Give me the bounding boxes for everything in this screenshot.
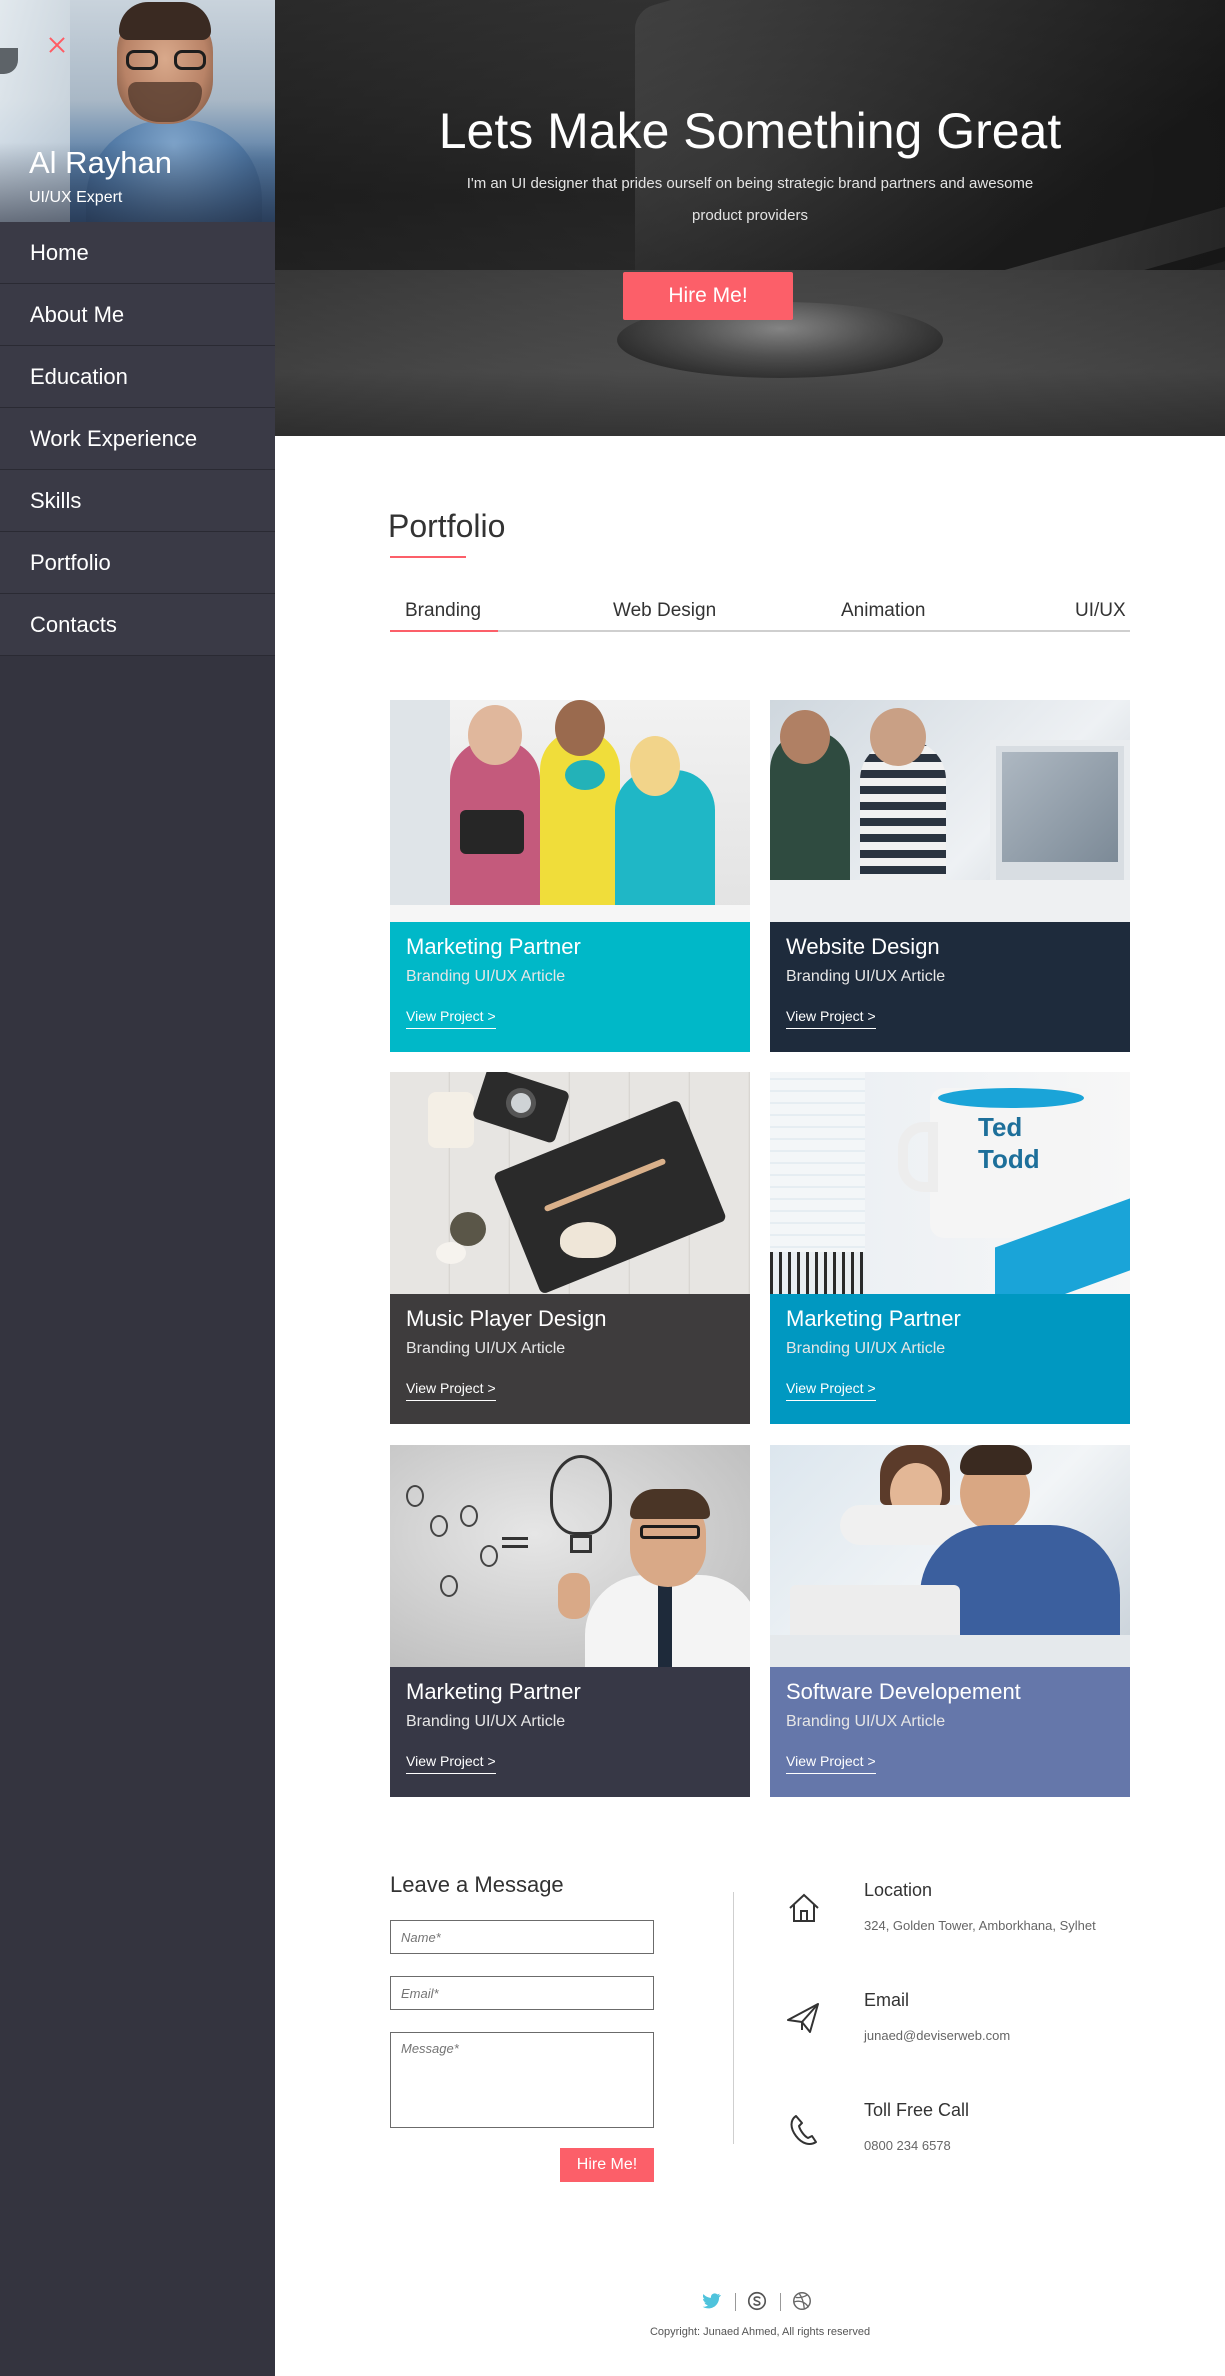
card-subtitle: Branding UI/UX Article — [406, 968, 566, 985]
card-caption: Marketing Partner Branding UI/UX Article… — [390, 1667, 750, 1797]
portfolio-card-marketing-partner[interactable]: Marketing Partner Branding UI/UX Article… — [390, 700, 750, 1052]
view-project-link[interactable]: View Project > — [406, 1753, 496, 1774]
card-subtitle: Branding UI/UX Article — [786, 1713, 946, 1730]
email-label: Email — [864, 1990, 910, 2010]
card-title: Marketing Partner — [406, 934, 581, 959]
submit-message-button[interactable]: Hire Me! — [560, 2148, 654, 2182]
tab-web-design[interactable]: Web Design — [613, 600, 716, 622]
nav-item-contacts[interactable]: Contacts — [0, 594, 275, 656]
phone-label: Toll Free Call — [864, 2100, 970, 2120]
portfolio-card-website-design[interactable]: Website Design Branding UI/UX Article Vi… — [770, 700, 1130, 1052]
nav-item-home[interactable]: Home — [0, 222, 275, 284]
nav-item-education[interactable]: Education — [0, 346, 275, 408]
portfolio-card-marketing-partner-2[interactable]: Ted Todd Marketing Partner Branding UI/U… — [770, 1072, 1130, 1424]
nav-item-about-me[interactable]: About Me — [0, 284, 275, 346]
view-project-link[interactable]: View Project > — [786, 1380, 876, 1401]
card-caption: Software Developement Branding UI/UX Art… — [770, 1667, 1130, 1797]
portfolio-card-music-player-design[interactable]: Music Player Design Branding UI/UX Artic… — [390, 1072, 750, 1424]
location-value: 324, Golden Tower, Amborkhana, Sylhet — [864, 1918, 1096, 1933]
close-icon[interactable] — [46, 34, 68, 56]
sidebar: Al Rayhan UI/UX Expert Home About Me Edu… — [0, 0, 275, 2376]
nav-item-skills[interactable]: Skills — [0, 470, 275, 532]
portfolio-card-marketing-partner-3[interactable]: Marketing Partner Branding UI/UX Article… — [390, 1445, 750, 1797]
card-title: Website Design — [786, 934, 940, 959]
card-subtitle: Branding UI/UX Article — [786, 968, 946, 985]
email-value[interactable]: junaed@deviserweb.com — [864, 2028, 1010, 2043]
copyright-text: Copyright: Junaed Ahmed, All rights rese… — [649, 2326, 871, 2338]
portfolio-tabs: Branding Web Design Animation UI/UX — [390, 594, 1130, 632]
card-image-lightbulb-idea — [390, 1445, 750, 1667]
view-project-link[interactable]: View Project > — [406, 1008, 496, 1029]
card-subtitle: Branding UI/UX Article — [406, 1340, 566, 1357]
view-project-link[interactable]: View Project > — [406, 1380, 496, 1401]
dribbble-icon[interactable] — [791, 2290, 813, 2312]
card-image-couple-laptop — [770, 1445, 1130, 1667]
portfolio-card-software-developement[interactable]: Software Developement Branding UI/UX Art… — [770, 1445, 1130, 1797]
portfolio-title: Portfolio — [388, 508, 506, 544]
profile-header: Al Rayhan UI/UX Expert — [0, 0, 275, 222]
tab-ui-ux[interactable]: UI/UX — [1075, 600, 1126, 622]
phone-icon — [790, 2115, 817, 2145]
profile-name: Al Rayhan — [29, 145, 173, 180]
skype-icon[interactable] — [746, 2290, 768, 2312]
hire-me-button[interactable]: Hire Me! — [623, 272, 793, 320]
tab-animation[interactable]: Animation — [841, 600, 926, 622]
twitter-icon[interactable] — [700, 2290, 722, 2312]
title-underline — [390, 556, 466, 558]
card-caption: Marketing Partner Branding UI/UX Article… — [390, 922, 750, 1052]
card-image-office-desk — [770, 700, 1130, 922]
hero-title: Lets Make Something Great — [438, 103, 1062, 159]
card-caption: Music Player Design Branding UI/UX Artic… — [390, 1294, 750, 1424]
card-image-branded-mug: Ted Todd — [770, 1072, 1130, 1294]
phone-value[interactable]: 0800 234 6578 — [864, 2138, 951, 2153]
card-subtitle: Branding UI/UX Article — [786, 1340, 946, 1357]
sidebar-nav: Home About Me Education Work Experience … — [0, 222, 275, 656]
contact-divider — [733, 1892, 734, 2144]
home-icon — [789, 1893, 819, 1922]
card-caption: Website Design Branding UI/UX Article Vi… — [770, 922, 1130, 1052]
hero-subtitle: I'm an UI designer that prides ourself o… — [466, 175, 1034, 224]
name-input[interactable] — [390, 1920, 654, 1954]
profile-role: UI/UX Expert — [29, 189, 123, 206]
card-title: Software Developement — [786, 1679, 1021, 1704]
card-image-notebook-camera — [390, 1072, 750, 1294]
paper-plane-icon — [787, 2003, 819, 2033]
tab-active-indicator — [390, 630, 498, 632]
card-caption: Marketing Partner Branding UI/UX Article… — [770, 1294, 1130, 1424]
view-project-link[interactable]: View Project > — [786, 1753, 876, 1774]
card-title: Music Player Design — [406, 1306, 607, 1331]
view-project-link[interactable]: View Project > — [786, 1008, 876, 1029]
hero-banner: Lets Make Something Great I'm an UI desi… — [275, 0, 1225, 436]
card-subtitle: Branding UI/UX Article — [406, 1713, 566, 1730]
card-title: Marketing Partner — [406, 1679, 581, 1704]
nav-item-portfolio[interactable]: Portfolio — [0, 532, 275, 594]
card-image-team-photo — [390, 700, 750, 922]
message-textarea[interactable] — [390, 2032, 654, 2128]
nav-item-work-experience[interactable]: Work Experience — [0, 408, 275, 470]
email-input[interactable] — [390, 1976, 654, 2010]
location-label: Location — [864, 1880, 933, 1900]
card-title: Marketing Partner — [786, 1306, 961, 1331]
message-form-title: Leave a Message — [390, 1872, 564, 1897]
tab-branding[interactable]: Branding — [405, 600, 481, 622]
